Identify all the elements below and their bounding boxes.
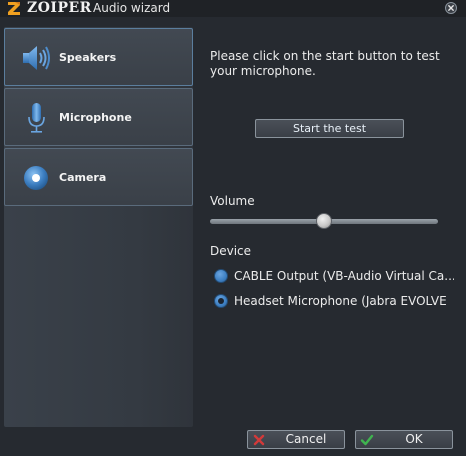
cancel-label: Cancel <box>285 432 327 446</box>
sidebar-item-speakers[interactable]: Speakers <box>4 28 193 86</box>
sidebar-item-label: Speakers <box>59 51 117 64</box>
sidebar: Speakers Microphone Camera <box>4 27 193 427</box>
volume-label: Volume <box>210 194 255 208</box>
radio-button[interactable] <box>214 269 228 283</box>
camera-icon <box>24 166 48 190</box>
start-test-button[interactable]: Start the test <box>255 119 404 138</box>
instructions-text: Please click on the start button to test… <box>210 49 440 78</box>
cancel-button[interactable]: Cancel <box>247 430 345 449</box>
sidebar-item-label: Camera <box>59 171 107 184</box>
zoiper-logo-icon <box>8 2 20 15</box>
ok-button[interactable]: OK <box>355 430 453 449</box>
cancel-x-icon <box>253 434 265 446</box>
title-bar: ZOIPER Audio wizard <box>0 0 466 17</box>
microphone-icon <box>28 103 45 133</box>
volume-slider-thumb[interactable] <box>316 213 332 229</box>
device-option-label: CABLE Output (VB-Audio Virtual Ca... <box>234 269 454 283</box>
brand-name: ZOIPER <box>27 0 92 16</box>
device-option-label: Headset Microphone (Jabra EVOLVE <box>234 294 447 308</box>
close-icon[interactable] <box>445 2 457 14</box>
sidebar-item-label: Microphone <box>59 111 132 124</box>
device-option-cable-output[interactable]: CABLE Output (VB-Audio Virtual Ca... <box>214 268 454 284</box>
device-option-headset-microphone[interactable]: Headset Microphone (Jabra EVOLVE <box>214 293 454 309</box>
window-title: Audio wizard <box>93 1 171 15</box>
checkmark-icon <box>360 434 374 446</box>
device-label: Device <box>210 244 252 258</box>
sidebar-item-camera[interactable]: Camera <box>4 148 193 206</box>
ok-label: OK <box>405 432 423 446</box>
sidebar-item-microphone[interactable]: Microphone <box>4 88 193 146</box>
radio-button[interactable] <box>214 294 228 308</box>
speaker-icon <box>23 46 50 70</box>
